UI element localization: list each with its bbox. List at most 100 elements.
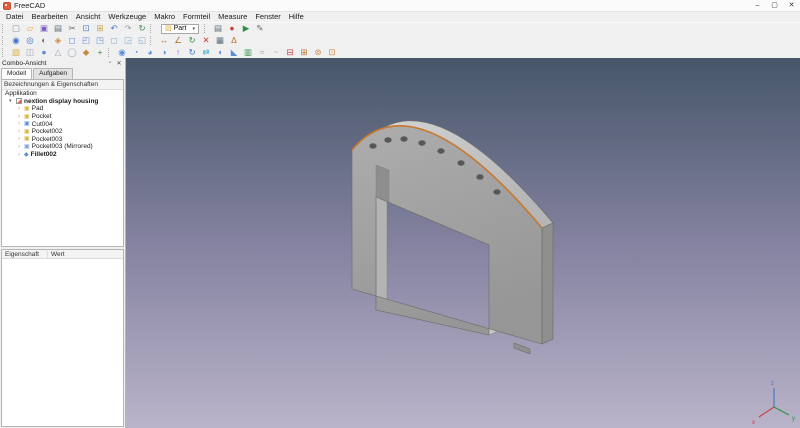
- view-right-icon[interactable]: ◳: [93, 35, 107, 46]
- close-panel-icon[interactable]: ✕: [115, 60, 123, 67]
- toolbar-grip[interactable]: [150, 24, 155, 33]
- macro-edit-icon[interactable]: ✎: [253, 23, 267, 34]
- menu-item[interactable]: Fenster: [251, 12, 284, 22]
- toolbar-grip[interactable]: [2, 24, 7, 33]
- close-button[interactable]: ✕: [783, 0, 800, 11]
- tab-modell[interactable]: Modell: [1, 68, 33, 79]
- revolve-icon[interactable]: ↻: [185, 47, 199, 58]
- open-file-icon[interactable]: ▱: [23, 23, 37, 34]
- print-icon[interactable]: ▤: [51, 23, 65, 34]
- tree-item[interactable]: › ▣ Cut004: [2, 120, 123, 128]
- sweep-icon[interactable]: ~: [269, 47, 283, 58]
- minimize-button[interactable]: –: [749, 0, 766, 11]
- measure-toggle-delta-icon[interactable]: Δ: [227, 35, 241, 46]
- view-isometric-icon[interactable]: ◈: [51, 35, 65, 46]
- view-rear-icon[interactable]: ◻: [107, 35, 121, 46]
- tree-item[interactable]: › ▣ Pocket003 (Mirrored): [2, 143, 123, 151]
- toolbar-grip[interactable]: [108, 47, 113, 57]
- property-column-value[interactable]: Wert: [48, 251, 68, 258]
- boolean-cut-icon[interactable]: ◔: [129, 47, 143, 58]
- cross-sections-icon[interactable]: ⊞: [297, 47, 311, 58]
- expand-chevron-icon[interactable]: ›: [18, 144, 22, 150]
- tree-item[interactable]: › ◆ Fillet002: [2, 151, 123, 159]
- property-column-name[interactable]: Eigenschaft: [2, 250, 48, 258]
- toolbar-grip[interactable]: [150, 35, 155, 45]
- expand-chevron-icon[interactable]: ›: [18, 152, 22, 158]
- part-cone-icon[interactable]: △: [51, 47, 65, 58]
- part-torus-icon[interactable]: ◯: [65, 47, 79, 58]
- macro-execute-icon[interactable]: ▶: [239, 23, 253, 34]
- tree-item-application[interactable]: Applikation: [2, 90, 123, 98]
- new-file-icon[interactable]: ▢: [9, 23, 23, 34]
- part-workbench-icon: ▧: [165, 24, 172, 32]
- boolean-icon[interactable]: ◉: [115, 47, 129, 58]
- expander-icon[interactable]: ▾: [9, 98, 14, 104]
- boolean-union-icon[interactable]: ◕: [143, 47, 157, 58]
- expand-chevron-icon[interactable]: ›: [18, 106, 22, 112]
- combo-view-header[interactable]: Combo-Ansicht ▫ ✕: [0, 58, 125, 68]
- tree-item[interactable]: › ▣ Pocket: [2, 113, 123, 121]
- ruled-surface-icon[interactable]: ▥: [241, 47, 255, 58]
- extrude-icon[interactable]: ↑: [171, 47, 185, 58]
- fillet-icon[interactable]: ◖: [213, 47, 227, 58]
- menu-item[interactable]: Hilfe: [285, 12, 308, 22]
- cut-icon[interactable]: ✂: [65, 23, 79, 34]
- boolean-intersection-icon[interactable]: ◑: [157, 47, 171, 58]
- menu-item[interactable]: Werkzeuge: [104, 12, 150, 22]
- part-primitives-icon[interactable]: ◆: [79, 47, 93, 58]
- fit-all-icon[interactable]: ◉: [9, 35, 23, 46]
- tree-item[interactable]: › ▣ Pad: [2, 105, 123, 113]
- part-box-icon[interactable]: ▧: [9, 47, 23, 58]
- view-top-icon[interactable]: ◰: [79, 35, 93, 46]
- thickness-icon[interactable]: ⊡: [325, 47, 339, 58]
- menu-item[interactable]: Measure: [214, 12, 251, 22]
- toolbar-part: ▧ ◫ ● △ ◯ ◆ + ◉ ◔ ◕ ◑ ↑ ↻ ⇄ ◖ ◣ ▥ ≈ ~ ⊟ …: [0, 46, 800, 58]
- expand-chevron-icon[interactable]: ›: [18, 114, 22, 120]
- 3d-viewport[interactable]: z x y: [126, 58, 800, 428]
- maximize-button[interactable]: ▢: [766, 0, 783, 11]
- fit-selection-icon[interactable]: ◎: [23, 35, 37, 46]
- draw-style-icon[interactable]: ◐: [37, 35, 51, 46]
- macro-record-icon[interactable]: ●: [225, 23, 239, 34]
- tab-aufgaben[interactable]: Aufgaben: [33, 68, 73, 79]
- toolbar-grip[interactable]: [2, 35, 7, 45]
- paste-icon[interactable]: ⊞: [93, 23, 107, 34]
- measure-refresh-icon[interactable]: ↻: [185, 35, 199, 46]
- expand-chevron-icon[interactable]: ›: [18, 129, 22, 135]
- expand-chevron-icon[interactable]: ›: [18, 136, 22, 142]
- loft-icon[interactable]: ≈: [255, 47, 269, 58]
- measure-angular-icon[interactable]: ∠: [171, 35, 185, 46]
- section-icon[interactable]: ⊟: [283, 47, 297, 58]
- offset-icon[interactable]: ⊚: [311, 47, 325, 58]
- tree-item-document[interactable]: ▾ nextion display housing: [2, 98, 123, 106]
- tree-item[interactable]: › ▣ Pocket002: [2, 128, 123, 136]
- macro-dialog-icon[interactable]: ▤: [211, 23, 225, 34]
- shape-builder-icon[interactable]: +: [93, 47, 107, 58]
- toolbar-grip[interactable]: [2, 47, 7, 57]
- menu-item[interactable]: Datei: [2, 12, 28, 22]
- measure-toggle-3d-icon[interactable]: ▦: [213, 35, 227, 46]
- float-panel-icon[interactable]: ▫: [106, 60, 114, 66]
- chamfer-icon[interactable]: ◣: [227, 47, 241, 58]
- measure-clear-icon[interactable]: ✕: [199, 35, 213, 46]
- undo-icon[interactable]: ↶: [107, 23, 121, 34]
- save-icon[interactable]: ▣: [37, 23, 51, 34]
- mirror-icon[interactable]: ⇄: [199, 47, 213, 58]
- copy-icon[interactable]: ⊡: [79, 23, 93, 34]
- menu-item[interactable]: Formteil: [179, 12, 214, 22]
- redo-icon[interactable]: ↷: [121, 23, 135, 34]
- part-cylinder-icon[interactable]: ◫: [23, 47, 37, 58]
- view-front-icon[interactable]: ◻: [65, 35, 79, 46]
- refresh-icon[interactable]: ↻: [135, 23, 149, 34]
- menu-item[interactable]: Makro: [150, 12, 179, 22]
- part-sphere-icon[interactable]: ●: [37, 47, 51, 58]
- view-bottom-icon[interactable]: ◲: [121, 35, 135, 46]
- menu-item[interactable]: Bearbeiten: [28, 12, 72, 22]
- workbench-selector[interactable]: ▧ Part ▾: [161, 23, 199, 34]
- view-left-icon[interactable]: ◱: [135, 35, 149, 46]
- tree-item[interactable]: › ▣ Pocket003: [2, 136, 123, 144]
- expand-chevron-icon[interactable]: ›: [18, 121, 22, 127]
- menu-item[interactable]: Ansicht: [72, 12, 105, 22]
- toolbar-grip[interactable]: [203, 24, 209, 33]
- measure-linear-icon[interactable]: ↔: [157, 35, 171, 46]
